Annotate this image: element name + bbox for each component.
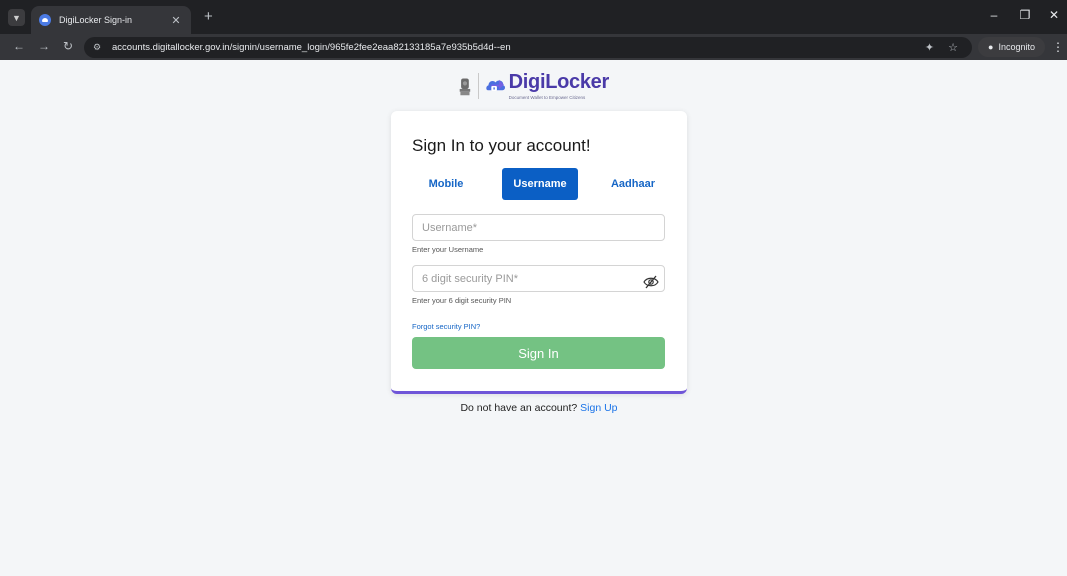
cloud-lock-icon <box>485 79 505 91</box>
brand-name: DigiLocker <box>508 71 610 93</box>
pin-input[interactable] <box>412 265 665 292</box>
reload-icon[interactable]: ↻ <box>61 39 75 53</box>
restore-icon[interactable]: ❐ <box>1015 8 1035 22</box>
digilocker-logo[interactable]: DigiLocker Document Wallet to Empower Ci… <box>459 69 609 103</box>
plus-icon[interactable]: + <box>204 8 213 25</box>
arrow-right-icon[interactable]: → <box>37 39 51 53</box>
more-menu-icon[interactable]: ⋮ <box>1052 40 1064 54</box>
star-icon[interactable]: ☆ <box>948 41 958 54</box>
signin-card: Sign In to your account! Mobile Username… <box>391 111 687 394</box>
eye-off-icon[interactable]: ✦ <box>925 41 934 54</box>
minimize-icon[interactable]: – <box>984 8 1004 22</box>
signup-link[interactable]: Sign Up <box>580 402 617 414</box>
browser-tabstrip: ▼ DigiLocker Sign-in ✕ + – ❐ ✕ <box>0 0 1067 34</box>
signin-button[interactable]: Sign In <box>412 337 665 369</box>
arrow-left-icon[interactable]: ← <box>12 39 26 53</box>
national-emblem-icon <box>459 77 471 95</box>
username-input[interactable] <box>412 214 665 241</box>
tab-mobile[interactable]: Mobile <box>412 168 480 200</box>
username-helper: Enter your Username <box>412 245 484 254</box>
eye-off-icon[interactable] <box>643 275 659 289</box>
window-close-icon[interactable]: ✕ <box>1044 8 1064 22</box>
tab-aadhaar[interactable]: Aadhaar <box>600 168 666 200</box>
tab-username[interactable]: Username <box>502 168 578 200</box>
signup-prompt-text: Do not have an account? <box>460 402 578 414</box>
chevron-down-icon[interactable]: ▼ <box>8 9 25 26</box>
brand-tagline: Document Wallet to Empower Citizens <box>508 95 586 100</box>
browser-tab[interactable]: DigiLocker Sign-in ✕ <box>31 6 191 34</box>
browser-toolbar: ← → ↻ ⚙ accounts.digitallocker.gov.in/si… <box>0 34 1067 60</box>
logo-divider <box>477 73 479 99</box>
incognito-label: Incognito <box>998 42 1035 52</box>
address-bar[interactable]: ⚙ accounts.digitallocker.gov.in/signin/u… <box>84 37 972 58</box>
incognito-badge[interactable]: ● Incognito <box>978 37 1045 57</box>
tune-icon[interactable]: ⚙ <box>90 42 104 53</box>
digilocker-favicon-icon <box>39 14 51 26</box>
login-method-tabs: Mobile Username Aadhaar <box>412 168 666 200</box>
close-icon[interactable]: ✕ <box>169 14 183 27</box>
pin-helper: Enter your 6 digit security PIN <box>412 296 512 305</box>
page-title: Sign In to your account! <box>412 136 591 155</box>
incognito-icon: ● <box>988 42 994 52</box>
tab-title: DigiLocker Sign-in <box>59 15 133 25</box>
signup-prompt: Do not have an account? Sign Up <box>391 402 687 414</box>
forgot-pin-link[interactable]: Forgot security PIN? <box>412 322 480 331</box>
url-text[interactable]: accounts.digitallocker.gov.in/signin/use… <box>112 42 925 53</box>
